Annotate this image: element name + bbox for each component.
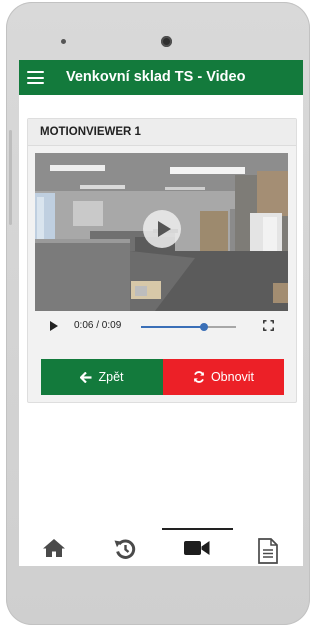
- nav-history[interactable]: [110, 538, 140, 562]
- video-controls: 0:06 / 0:09: [35, 311, 288, 341]
- bottom-navigation: [19, 524, 303, 566]
- active-tab-indicator: [162, 528, 233, 530]
- card-header: MOTIONVIEWER 1: [28, 119, 296, 146]
- refresh-button-label: Obnovit: [210, 370, 255, 384]
- play-icon[interactable]: [50, 321, 58, 331]
- sensor-dot: [61, 39, 66, 44]
- page-title: Venkovní sklad TS - Video: [66, 69, 246, 85]
- refresh-button[interactable]: Obnovit: [163, 359, 284, 395]
- front-camera: [161, 36, 172, 47]
- back-button[interactable]: Zpět: [41, 359, 163, 395]
- time-display: 0:06 / 0:09: [74, 320, 122, 331]
- nav-home[interactable]: [39, 538, 69, 562]
- seek-progress: [141, 326, 205, 328]
- app-bar: Venkovní sklad TS - Video: [19, 60, 303, 95]
- side-button: [9, 130, 12, 225]
- arrow-left-icon: [80, 371, 92, 383]
- refresh-icon: [193, 371, 205, 383]
- seek-slider[interactable]: [141, 322, 236, 331]
- seek-thumb[interactable]: [200, 322, 209, 331]
- video-card: MOTIONVIEWER 1 0:06 / 0:09 Zpět Obnovit: [27, 118, 297, 403]
- back-button-label: Zpět: [98, 370, 124, 384]
- document-icon: [258, 538, 278, 564]
- nav-document[interactable]: [253, 538, 283, 564]
- video-frame[interactable]: [35, 153, 288, 311]
- history-icon: [114, 539, 136, 559]
- menu-icon[interactable]: [27, 71, 44, 84]
- play-overlay-icon[interactable]: [143, 210, 181, 248]
- home-icon: [43, 539, 65, 557]
- nav-video[interactable]: [182, 538, 212, 562]
- card-title: MOTIONVIEWER 1: [40, 126, 141, 138]
- video-camera-icon: [184, 541, 210, 555]
- fullscreen-icon[interactable]: [263, 320, 274, 331]
- app-screen: Venkovní sklad TS - Video MOTIONVIEWER 1: [19, 60, 303, 566]
